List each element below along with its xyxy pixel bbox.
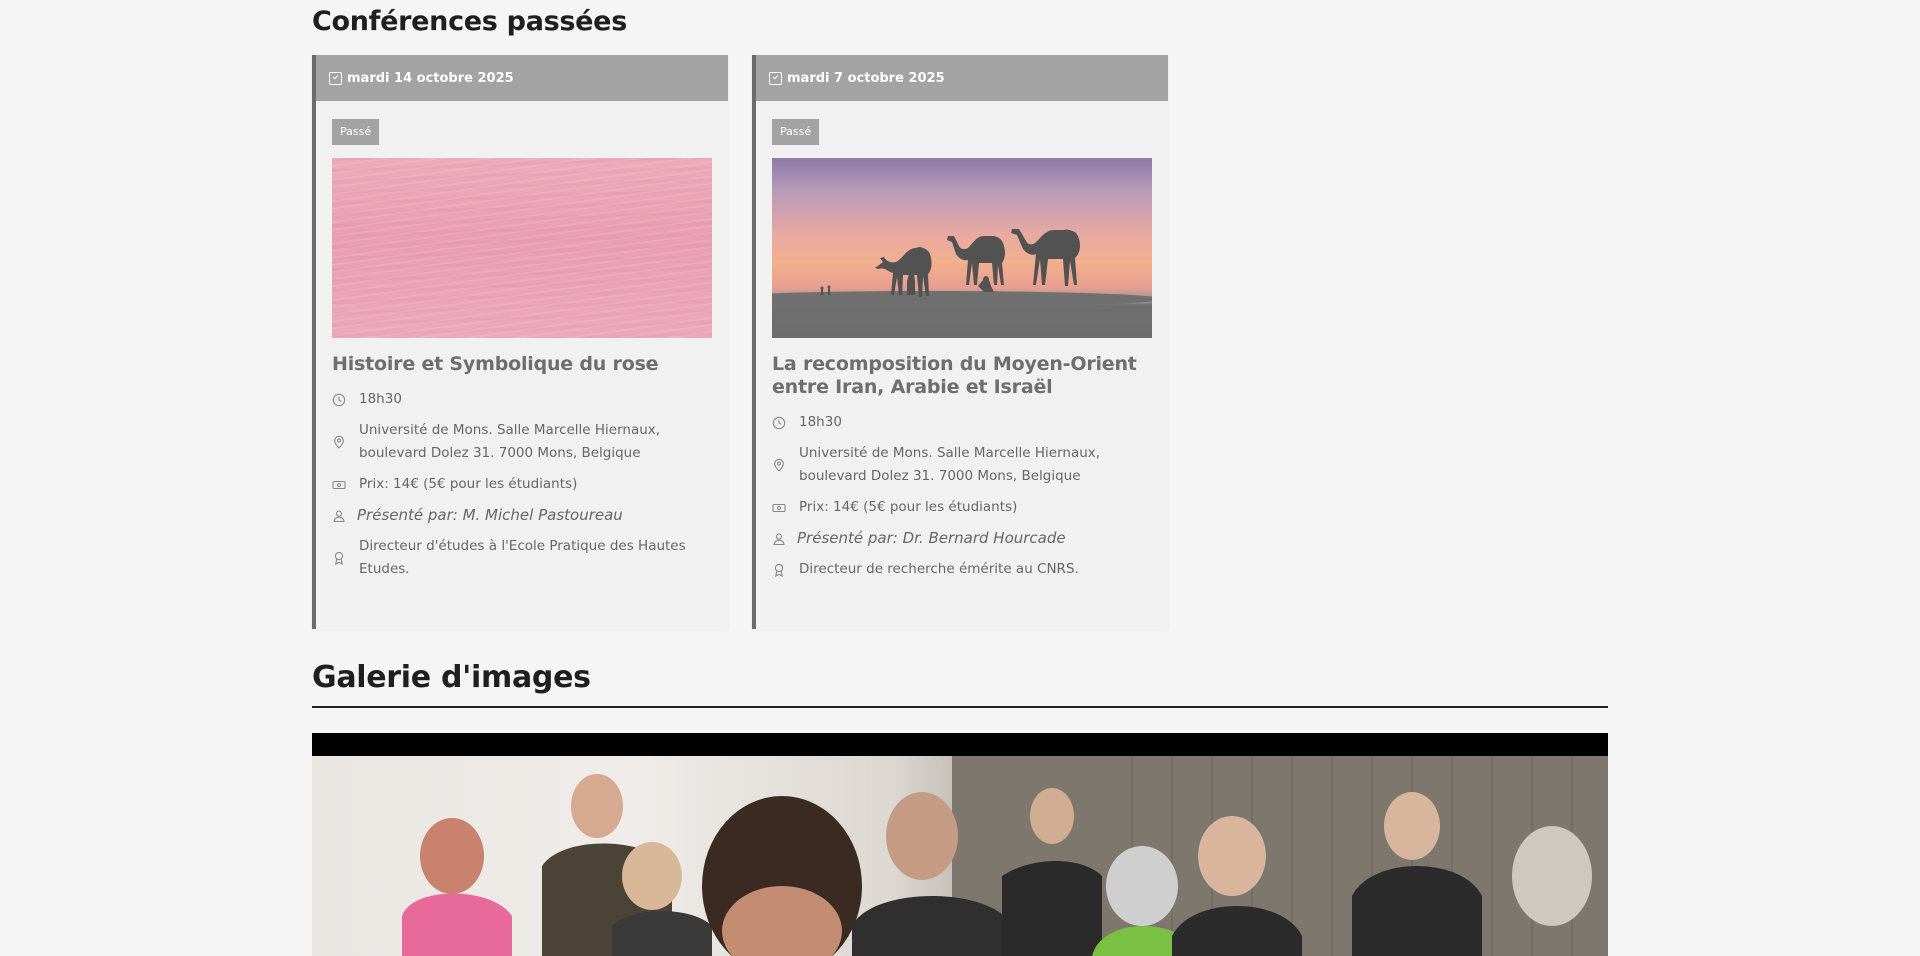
card-date-header: mardi 14 octobre 2025: [316, 55, 728, 101]
conference-info: 18h30 Université de Mons. Salle Marcelle…: [332, 388, 722, 589]
info-time: 18h30: [772, 411, 1162, 434]
role-text: Directeur de recherche émérite au CNRS.: [799, 561, 1079, 577]
location-text: Université de Mons. Salle Marcelle Hiern…: [359, 422, 661, 461]
user-icon: [772, 532, 797, 546]
time-text: 18h30: [359, 391, 402, 407]
gallery-photo-scene: [312, 756, 1608, 956]
map-pin-icon: [332, 435, 359, 449]
conference-card[interactable]: mardi 7 octobre 2025 Passé La recomposit…: [752, 55, 1168, 629]
map-pin-icon: [772, 458, 799, 472]
clock-icon: [332, 393, 359, 407]
award-icon: [332, 551, 359, 565]
user-icon: [332, 509, 357, 523]
info-location: Université de Mons. Salle Marcelle Hiern…: [332, 419, 722, 465]
crowd-photo: [402, 756, 1608, 956]
info-time: 18h30: [332, 388, 722, 411]
presenter-text: Présenté par: Dr. Bernard Hourcade: [797, 529, 1066, 547]
presenter-text: Présenté par: M. Michel Pastoureau: [357, 506, 623, 524]
info-price: Prix: 14€ (5€ pour les étudiants): [772, 496, 1162, 519]
info-location: Université de Mons. Salle Marcelle Hiern…: [772, 442, 1162, 488]
page: Conférences passées mardi 14 octobre 202…: [0, 0, 1920, 956]
conference-image[interactable]: [772, 158, 1152, 338]
info-role: Directeur de recherche émérite au CNRS.: [772, 558, 1162, 581]
calendar-icon: [329, 71, 342, 85]
gallery-image[interactable]: [312, 733, 1608, 956]
price-text: Prix: 14€ (5€ pour les étudiants): [799, 499, 1018, 515]
conference-image[interactable]: [332, 158, 712, 338]
conference-title[interactable]: La recomposition du Moyen-Orient entre I…: [772, 353, 1162, 399]
camel-silhouette: [772, 229, 1152, 307]
price-text: Prix: 14€ (5€ pour les étudiants): [359, 476, 578, 492]
gallery-divider: [312, 706, 1608, 708]
role-text: Directeur d'études à l'Ecole Pratique de…: [359, 538, 686, 577]
clock-icon: [772, 416, 799, 430]
info-price: Prix: 14€ (5€ pour les étudiants): [332, 473, 722, 496]
award-icon: [772, 563, 799, 577]
ticket-icon: [772, 501, 799, 515]
time-text: 18h30: [799, 414, 842, 430]
status-badge: Passé: [772, 119, 820, 145]
info-presenter: Présenté par: Dr. Bernard Hourcade: [772, 527, 1162, 550]
card-date: mardi 14 octobre 2025: [347, 70, 514, 86]
conference-info: 18h30 Université de Mons. Salle Marcelle…: [772, 411, 1162, 589]
info-role: Directeur d'études à l'Ecole Pratique de…: [332, 535, 722, 581]
past-conferences-title: Conférences passées: [312, 6, 627, 37]
gallery-title: Galerie d'images: [312, 660, 591, 695]
info-presenter: Présenté par: M. Michel Pastoureau: [332, 504, 722, 527]
card-date-header: mardi 7 octobre 2025: [756, 55, 1168, 101]
conference-card[interactable]: mardi 14 octobre 2025 Passé Histoire et …: [312, 55, 728, 629]
card-date: mardi 7 octobre 2025: [787, 70, 945, 86]
ticket-icon: [332, 478, 359, 492]
conference-title[interactable]: Histoire et Symbolique du rose: [332, 353, 722, 376]
location-text: Université de Mons. Salle Marcelle Hiern…: [799, 445, 1101, 484]
status-badge: Passé: [332, 119, 380, 145]
calendar-icon: [769, 71, 782, 85]
